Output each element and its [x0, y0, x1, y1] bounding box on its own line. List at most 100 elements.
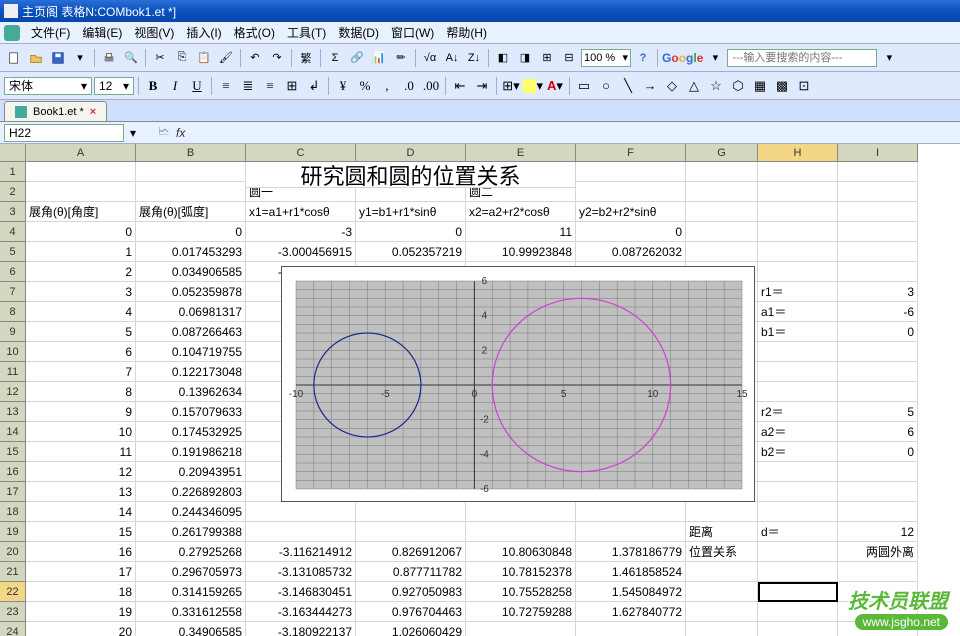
cell-B17[interactable]: 0.226892803: [136, 482, 246, 502]
cell-C23[interactable]: -3.163444273: [246, 602, 356, 622]
misc-icon-3[interactable]: ⊞: [537, 48, 557, 68]
cell-I19[interactable]: 12: [838, 522, 918, 542]
cell-H19[interactable]: d＝: [758, 522, 838, 542]
cell-G5[interactable]: [686, 242, 758, 262]
tab-book1[interactable]: Book1.et * ×: [4, 101, 107, 121]
cell-I9[interactable]: 0: [838, 322, 918, 342]
cell-E3[interactable]: x2=a2+r2*cosθ: [466, 202, 576, 222]
cell-I1[interactable]: [838, 162, 918, 182]
cell-H20[interactable]: [758, 542, 838, 562]
row-header-19[interactable]: 19: [0, 522, 26, 542]
cell-G1[interactable]: [686, 162, 758, 182]
align-right-icon[interactable]: ≡: [260, 76, 280, 96]
sum-icon[interactable]: Σ: [325, 48, 345, 68]
search-go-icon[interactable]: ▾: [879, 48, 899, 68]
paste-icon[interactable]: 📋: [194, 48, 214, 68]
row-header-1[interactable]: 1: [0, 162, 26, 182]
row-header-5[interactable]: 5: [0, 242, 26, 262]
cell-H21[interactable]: [758, 562, 838, 582]
cell-F24[interactable]: [576, 622, 686, 636]
row-header-4[interactable]: 4: [0, 222, 26, 242]
cell-H3[interactable]: [758, 202, 838, 222]
row-header-23[interactable]: 23: [0, 602, 26, 622]
cell-C1[interactable]: 研究圆和圆的位置关系: [246, 162, 576, 188]
row-header-20[interactable]: 20: [0, 542, 26, 562]
cut-icon[interactable]: ✂: [150, 48, 170, 68]
cell-A14[interactable]: 10: [26, 422, 136, 442]
cell-C5[interactable]: -3.000456915: [246, 242, 356, 262]
row-header-15[interactable]: 15: [0, 442, 26, 462]
cell-D22[interactable]: 0.927050983: [356, 582, 466, 602]
cell-I8[interactable]: -6: [838, 302, 918, 322]
cell-F4[interactable]: 0: [576, 222, 686, 242]
cell-A19[interactable]: 15: [26, 522, 136, 542]
cell-F19[interactable]: [576, 522, 686, 542]
cell-B22[interactable]: 0.314159265: [136, 582, 246, 602]
cell-D19[interactable]: [356, 522, 466, 542]
cell-H1[interactable]: [758, 162, 838, 182]
cell-E23[interactable]: 10.72759288: [466, 602, 576, 622]
zoom-select[interactable]: 100 %▾: [581, 49, 631, 67]
cell-C20[interactable]: -3.116214912: [246, 542, 356, 562]
merge-icon[interactable]: ⊞: [282, 76, 302, 96]
col-header-F[interactable]: F: [576, 144, 686, 162]
cell-F2[interactable]: [576, 182, 686, 202]
sort-asc-icon[interactable]: A↓: [442, 48, 462, 68]
cell-A8[interactable]: 4: [26, 302, 136, 322]
cell-H14[interactable]: a2＝: [758, 422, 838, 442]
cell-I18[interactable]: [838, 502, 918, 522]
cell-B6[interactable]: 0.034906585: [136, 262, 246, 282]
row-header-6[interactable]: 6: [0, 262, 26, 282]
open-icon[interactable]: [26, 48, 46, 68]
cell-H12[interactable]: [758, 382, 838, 402]
row-header-18[interactable]: 18: [0, 502, 26, 522]
misc-icon-2[interactable]: ◨: [515, 48, 535, 68]
cell-A5[interactable]: 1: [26, 242, 136, 262]
cell-A2[interactable]: [26, 182, 136, 202]
row-header-9[interactable]: 9: [0, 322, 26, 342]
cell-H16[interactable]: [758, 462, 838, 482]
cell-H22[interactable]: [758, 582, 838, 602]
row-header-13[interactable]: 13: [0, 402, 26, 422]
menu-insert[interactable]: 插入(I): [181, 22, 226, 43]
col-header-B[interactable]: B: [136, 144, 246, 162]
cell-I2[interactable]: [838, 182, 918, 202]
cell-I4[interactable]: [838, 222, 918, 242]
undo-icon[interactable]: ↶: [245, 48, 265, 68]
cell-H10[interactable]: [758, 342, 838, 362]
dec-decimal-icon[interactable]: .00: [421, 76, 441, 96]
cell-H8[interactable]: a1＝: [758, 302, 838, 322]
row-header-16[interactable]: 16: [0, 462, 26, 482]
row-header-21[interactable]: 21: [0, 562, 26, 582]
cell-H5[interactable]: [758, 242, 838, 262]
row-header-14[interactable]: 14: [0, 422, 26, 442]
name-box[interactable]: [4, 124, 124, 142]
cell-E20[interactable]: 10.80630848: [466, 542, 576, 562]
cell-A6[interactable]: 2: [26, 262, 136, 282]
row-header-11[interactable]: 11: [0, 362, 26, 382]
trad-simp-icon[interactable]: 繁: [296, 48, 316, 68]
italic-button[interactable]: I: [165, 76, 185, 96]
copy-icon[interactable]: ⎘: [172, 48, 192, 68]
shape-misc6-icon[interactable]: ▩: [772, 76, 792, 96]
col-header-G[interactable]: G: [686, 144, 758, 162]
cell-I20[interactable]: 两圆外离: [838, 542, 918, 562]
cell-F5[interactable]: 0.087262032: [576, 242, 686, 262]
row-header-10[interactable]: 10: [0, 342, 26, 362]
cell-G20[interactable]: 位置关系: [686, 542, 758, 562]
cell-A23[interactable]: 19: [26, 602, 136, 622]
comma-icon[interactable]: ,: [377, 76, 397, 96]
cell-A1[interactable]: [26, 162, 136, 182]
cell-C3[interactable]: x1=a1+r1*cosθ: [246, 202, 356, 222]
cell-F18[interactable]: [576, 502, 686, 522]
col-header-A[interactable]: A: [26, 144, 136, 162]
cell-H17[interactable]: [758, 482, 838, 502]
cell-I6[interactable]: [838, 262, 918, 282]
cell-D20[interactable]: 0.826912067: [356, 542, 466, 562]
cell-H7[interactable]: r1＝: [758, 282, 838, 302]
cell-D5[interactable]: 0.052357219: [356, 242, 466, 262]
cell-C4[interactable]: -3: [246, 222, 356, 242]
underline-button[interactable]: U: [187, 76, 207, 96]
cell-A20[interactable]: 16: [26, 542, 136, 562]
shape-arrow-icon[interactable]: →: [640, 76, 660, 96]
